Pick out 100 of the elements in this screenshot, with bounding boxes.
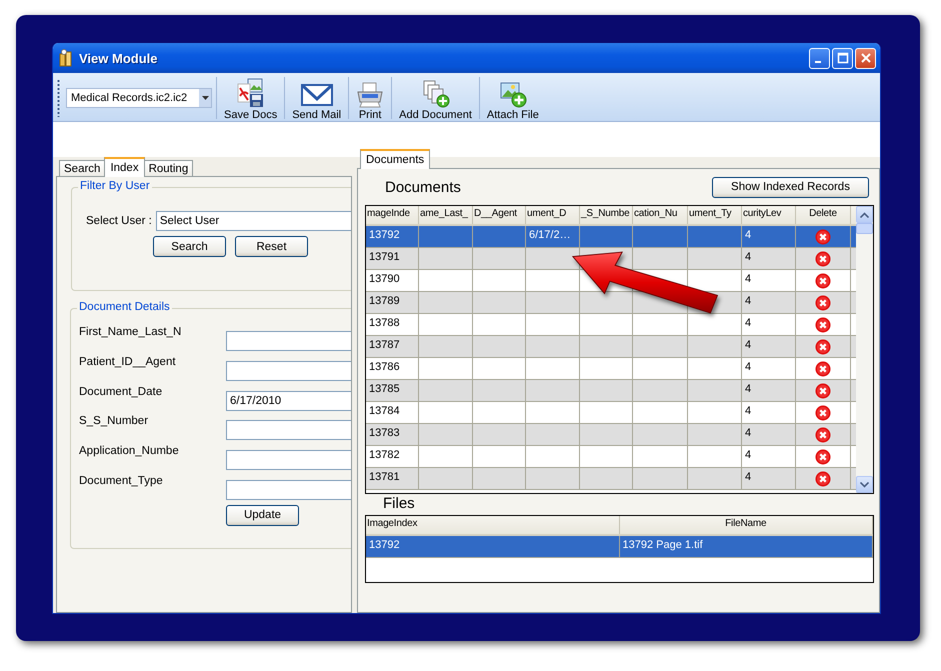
column-header[interactable]: Delete [796,206,851,224]
table-row[interactable]: 13791 4 [366,248,856,270]
table-row[interactable]: 13782 4 [366,446,856,468]
column-header[interactable]: D__Agent [473,206,526,224]
table-cell: 4 [742,270,796,291]
table-row[interactable]: 13792 13792 Page 1.tif [366,536,873,558]
column-header[interactable]: curityLev [742,206,796,224]
field-label: Application_Numbe [78,445,180,458]
column-header[interactable]: FileName [620,516,873,534]
table-cell: 13783 [366,424,419,445]
table-row[interactable]: 13783 4 [366,424,856,446]
filter-button[interactable]: Search [153,236,226,257]
field-label: Document_Date [78,386,164,398]
toolbar-button[interactable]: Add Document [396,75,475,121]
delete-icon[interactable] [815,228,831,244]
section-heading: Files [382,495,416,512]
minimize-button[interactable] [809,48,830,68]
field-label: Document_Type [78,474,164,487]
update-button[interactable]: Update [226,504,299,526]
scroll-down-icon[interactable] [860,482,869,488]
delete-icon[interactable] [815,426,831,442]
delete-icon[interactable] [815,316,831,332]
field-label: First_Name_Last_N [78,326,182,338]
table-row[interactable]: 13781 4 [366,468,856,490]
show-indexed-records-button[interactable]: Show Indexed Records [712,176,869,198]
table-cell: 4 [742,402,796,423]
table-cell: 13786 [366,358,419,379]
attach-image-icon [498,80,527,108]
scroll-up-icon[interactable] [860,212,869,218]
table-cell: 13788 [366,314,419,335]
delete-icon[interactable] [815,250,831,266]
toolbar-button[interactable]: Save Docs [221,75,280,121]
column-header[interactable]: mageInde [366,206,419,224]
delete-icon[interactable] [815,448,831,464]
vertical-scrollbar[interactable] [856,206,873,493]
table-cell: 4 [742,424,796,445]
delete-icon[interactable] [815,294,831,310]
database-dropdown[interactable]: Medical Records.ic2.ic2 [66,88,212,108]
group-legend: Filter By User [78,180,152,192]
table-cell: 6/17/2… [526,226,580,247]
maximize-icon [836,52,848,64]
table-cell: 13791 [366,248,419,269]
toolbar-button[interactable]: Print [353,75,388,121]
envelope-icon [300,82,333,108]
add-document-icon [422,80,450,108]
delete-icon[interactable] [815,382,831,398]
input-field[interactable] [226,480,351,500]
column-header[interactable]: ImageIndex [366,516,620,534]
close-button[interactable] [855,48,876,68]
table-cell: 13789 [366,292,419,313]
window-title: View Module [79,50,158,66]
group-legend: Document Details [77,301,172,313]
field-label: Patient_ID__Agent [78,356,177,368]
table-cell: 4 [742,226,796,247]
table-row[interactable]: 13789 4 [366,292,856,314]
table-row[interactable]: 13788 4 [366,314,856,336]
user-select-field[interactable]: Select User [156,211,351,231]
toolbar-button[interactable]: Attach File [484,75,542,121]
delete-icon[interactable] [815,404,831,420]
column-header[interactable]: ame_Last_ [419,206,473,224]
delete-icon[interactable] [815,360,831,376]
table-cell: 4 [742,336,796,357]
input-field[interactable] [226,360,351,381]
table-row[interactable]: 13784 4 [366,402,856,424]
column-header[interactable]: cation_Nu [633,206,688,224]
column-header[interactable]: ument_D [526,206,580,224]
toolbar-button[interactable]: Send Mail [289,75,344,121]
tab[interactable]: Documents [360,149,430,169]
table-cell: 4 [742,358,796,379]
input-field[interactable]: 6/17/2010 [226,390,351,411]
field-label: S_S_Number [78,415,150,428]
dropdown-arrow-icon [202,96,208,100]
table-row[interactable]: 13792 6/17/2… 4 [366,226,856,248]
section-heading: Documents [384,178,461,196]
tab[interactable]: Index [104,157,145,177]
table-cell: 4 [742,314,796,335]
table-row[interactable]: 13786 4 [366,358,856,380]
input-field[interactable] [226,420,351,440]
delete-icon[interactable] [815,338,831,354]
tab[interactable]: Routing [144,160,194,177]
column-header[interactable]: ument_Ty [688,206,742,224]
table-row[interactable]: 13787 4 [366,336,856,358]
table-cell: 13787 [366,336,419,357]
column-header[interactable]: _S_Numbe [580,206,633,224]
input-field[interactable] [226,450,351,470]
table-row[interactable]: 13785 4 [366,380,856,402]
tab[interactable]: Search [59,160,106,177]
input-field[interactable] [226,331,351,351]
delete-icon[interactable] [815,272,831,288]
maximize-button[interactable] [832,48,853,68]
table-cell: 13782 [366,446,419,467]
table-cell: 13781 [366,468,419,489]
table-cell: 4 [742,380,796,401]
field-label: Select User : [86,215,152,227]
scroll-thumb[interactable] [856,223,873,234]
delete-icon[interactable] [815,470,831,486]
table-cell: 13784 [366,402,419,423]
toolbar-grip[interactable] [57,79,60,117]
filter-button[interactable]: Reset [235,236,308,257]
table-cell: 13785 [366,380,419,401]
